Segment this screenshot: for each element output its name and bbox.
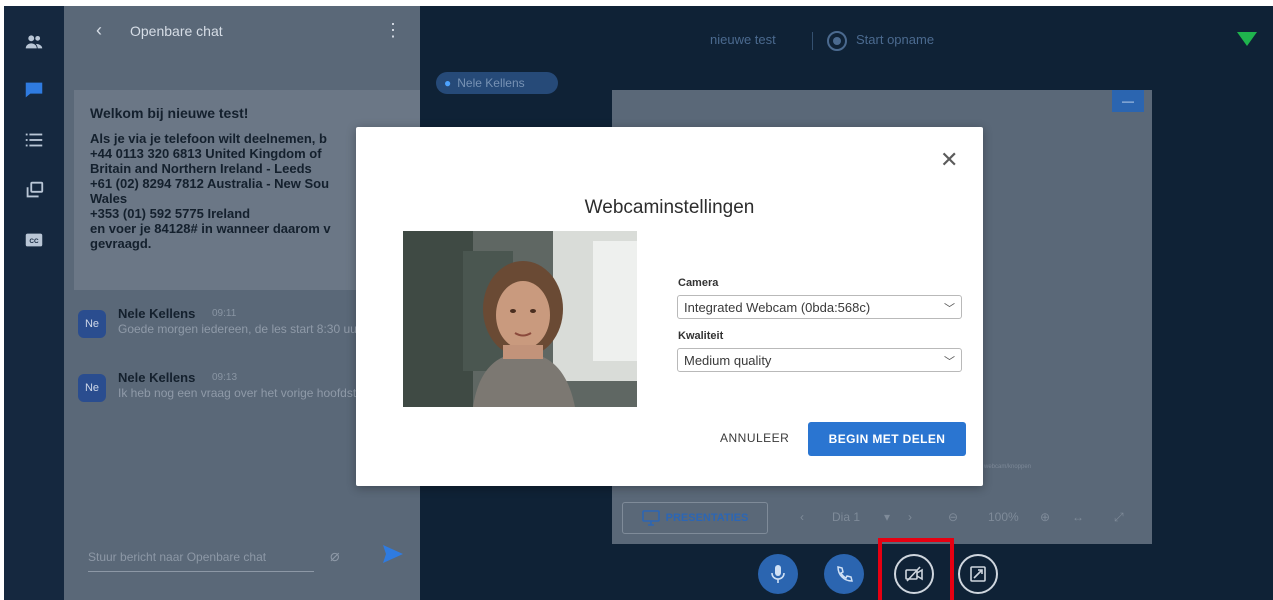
presentations-button[interactable]: PRESENTATIES <box>622 502 768 534</box>
camera-select[interactable]: Integrated Webcam (0bda:568c) ﹀ <box>677 295 962 319</box>
breakout-rooms-icon[interactable] <box>4 168 64 212</box>
webcam-preview-image <box>403 231 637 407</box>
webcam-preview <box>403 231 637 407</box>
message-time: 09:13 <box>212 372 238 383</box>
chevron-down-icon: ﹀ <box>944 356 955 368</box>
talking-indicator: ● Nele Kellens <box>436 72 558 94</box>
microphone-button[interactable] <box>758 554 798 594</box>
message-author: Nele Kellens <box>118 306 196 321</box>
previous-slide-icon[interactable]: ‹ <box>800 510 804 524</box>
zoom-out-icon[interactable]: ⊖ <box>948 510 958 524</box>
paperclip-icon[interactable]: ⌀ <box>330 546 340 566</box>
message-time: 09:11 <box>212 308 237 319</box>
welcome-heading: Welkom bij nieuwe test! <box>90 105 249 121</box>
modal-title: Webcaminstellingen <box>584 197 755 218</box>
screenshare-icon <box>970 566 986 582</box>
chat-icon[interactable] <box>4 68 64 112</box>
list-icon[interactable] <box>4 118 64 162</box>
svg-text:CC: CC <box>29 238 39 245</box>
slide-text: webcam/knoppen <box>984 464 1032 470</box>
chat-title: Openbare chat <box>130 23 223 39</box>
fit-width-icon[interactable]: ↔ <box>1072 510 1084 524</box>
screenshare-button[interactable] <box>958 554 998 594</box>
close-icon[interactable]: ✕ <box>940 149 958 171</box>
phone-button[interactable] <box>824 554 864 594</box>
camera-label: Camera <box>678 277 719 289</box>
slide-selector[interactable]: Dia 1 <box>832 510 860 524</box>
connection-status-icon[interactable] <box>1236 30 1258 48</box>
message-author: Nele Kellens <box>118 370 196 385</box>
cancel-button[interactable]: ANNULEER <box>720 431 789 445</box>
webcam-settings-modal: ✕ Webcaminstellingen Camera Integrated W… <box>356 127 983 486</box>
zoom-level: 100% <box>988 510 1019 524</box>
chevron-down-icon: ﹀ <box>944 303 955 315</box>
monitor-icon <box>641 510 660 526</box>
quality-label: Kwaliteit <box>678 330 724 342</box>
presentation-toolbar: PRESENTATIES ‹ Dia 1 ▾ › ⊖ 100% ⊕ ↔ ⤢ <box>612 492 1152 540</box>
sidebar-rail: CC <box>4 6 64 600</box>
highlight-box <box>878 538 954 600</box>
more-options-icon[interactable]: ⋮ <box>384 20 402 41</box>
quality-select[interactable]: Medium quality ﹀ <box>677 348 962 372</box>
chevron-left-icon[interactable]: ‹ <box>96 20 102 41</box>
users-icon[interactable] <box>4 20 64 64</box>
minimize-presentation-button[interactable]: — <box>1112 90 1144 112</box>
record-icon[interactable] <box>826 30 848 52</box>
phone-icon <box>837 566 853 582</box>
avatar: Ne <box>78 374 106 402</box>
divider <box>812 32 813 50</box>
zoom-in-icon[interactable]: ⊕ <box>1040 510 1050 524</box>
microphone-icon <box>771 565 785 583</box>
meeting-title: nieuwe test <box>710 32 776 47</box>
caret-down-icon[interactable]: ▾ <box>884 510 890 524</box>
captions-icon[interactable]: CC <box>4 218 64 262</box>
fullscreen-icon[interactable]: ⤢ <box>1114 510 1124 525</box>
record-button[interactable]: Start opname <box>856 32 934 47</box>
microphone-icon: ● <box>444 76 452 90</box>
start-sharing-button[interactable]: BEGIN MET DELEN <box>808 422 966 456</box>
send-icon[interactable] <box>382 544 404 564</box>
avatar: Ne <box>78 310 106 338</box>
chat-input[interactable]: Stuur bericht naar Openbare chat <box>88 542 314 572</box>
next-slide-icon[interactable]: › <box>908 510 912 524</box>
